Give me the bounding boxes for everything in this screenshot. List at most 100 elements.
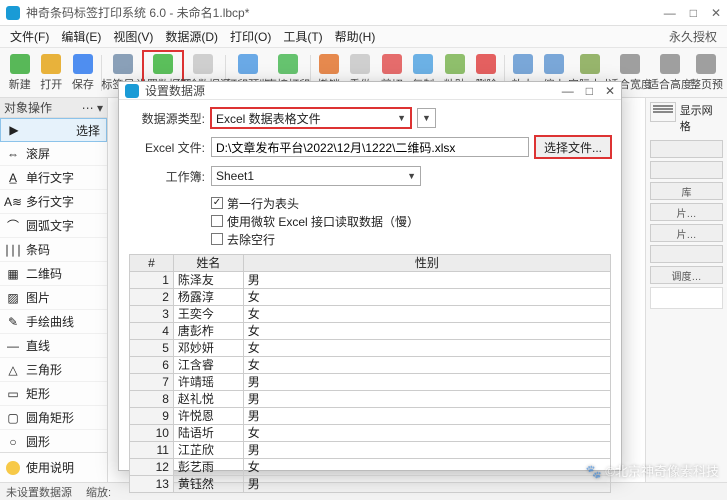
menu-工具[interactable]: 工具(T)	[279, 26, 326, 47]
menu-视图[interactable]: 视图(V)	[109, 26, 157, 47]
undo-icon	[319, 54, 339, 74]
tool-单行文字[interactable]: A̲单行文字	[0, 166, 107, 190]
table-row[interactable]: 12彭艺雨女	[130, 459, 611, 476]
tool-二维码[interactable]: ▦二维码	[0, 262, 107, 286]
tool-圆形[interactable]: ○圆形	[0, 430, 107, 452]
tool-手绘曲线[interactable]: ✎手绘曲线	[0, 310, 107, 334]
right-button-2[interactable]: 库	[650, 182, 723, 200]
tool-矩形[interactable]: ▭矩形	[0, 382, 107, 406]
right-button-4[interactable]: 片…	[650, 224, 723, 242]
toolbar-fitpage-button[interactable]: 整页预	[690, 51, 723, 95]
window-close[interactable]: ✕	[711, 6, 721, 20]
trim-empty-rows-checkbox[interactable]	[211, 233, 223, 245]
right-button-0[interactable]	[650, 140, 723, 158]
col-gender[interactable]: 性别	[244, 255, 611, 272]
fitw-icon	[620, 54, 640, 74]
menu-编辑[interactable]: 编辑(E)	[57, 26, 105, 47]
tool-条码[interactable]: ∣∣∣条码	[0, 238, 107, 262]
dialog-icon	[125, 84, 139, 98]
table-row[interactable]: 5邓妙妍女	[130, 340, 611, 357]
table-row[interactable]: 2杨露淳女	[130, 289, 611, 306]
help-link[interactable]: 使用说明	[0, 452, 107, 482]
new-icon	[10, 54, 30, 74]
right-button-6[interactable]: 调度…	[650, 266, 723, 284]
tool-icon: ▢	[6, 411, 20, 425]
col-index[interactable]: #	[130, 255, 174, 272]
tool-icon: ▶	[7, 123, 21, 137]
window-maximize[interactable]: □	[690, 6, 697, 20]
status-datasource: 未设置数据源	[6, 484, 72, 500]
fitpage-icon	[696, 54, 716, 74]
toolbar-new-button[interactable]: 新建	[4, 51, 36, 95]
menu-文件[interactable]: 文件(F)	[6, 26, 53, 47]
dialog-minimize[interactable]: —	[562, 84, 574, 98]
paste-icon	[445, 54, 465, 74]
menu-打印[interactable]: 打印(O)	[226, 26, 275, 47]
table-row[interactable]: 11江芷欣男	[130, 442, 611, 459]
toolbar-save-button[interactable]: 保存	[67, 51, 99, 95]
actual-icon	[580, 54, 600, 74]
table-row[interactable]: 6江含睿女	[130, 357, 611, 374]
grid-toggle-icon[interactable]	[650, 102, 676, 122]
open-icon	[41, 54, 61, 74]
tool-icon: ▨	[6, 291, 20, 305]
tool-滚屏[interactable]: ⇔滚屏	[0, 142, 107, 166]
tool-icon: ○	[6, 435, 20, 449]
table-row[interactable]: 13黄钰然男	[130, 476, 611, 493]
datasource-type-select[interactable]: Excel 数据表格文件▼	[211, 108, 411, 128]
left-panel-header: 对象操作⋯ ▾	[0, 98, 107, 118]
col-name[interactable]: 姓名	[174, 255, 244, 272]
tool-图片[interactable]: ▨图片	[0, 286, 107, 310]
copy-icon	[413, 54, 433, 74]
choose-file-button[interactable]: 选择文件...	[535, 136, 611, 158]
dialog-close[interactable]: ✕	[605, 84, 615, 98]
preview-icon	[238, 54, 258, 74]
app-icon	[6, 6, 20, 20]
table-row[interactable]: 9许悦恩男	[130, 408, 611, 425]
right-button-5[interactable]	[650, 245, 723, 263]
set-datasource-dialog: 设置数据源 — □ ✕ 数据源类型: Excel 数据表格文件▼ ▼ Excel…	[118, 81, 622, 471]
tool-三角形[interactable]: △三角形	[0, 358, 107, 382]
dialog-title: 设置数据源	[145, 82, 562, 99]
bulb-icon	[6, 461, 20, 475]
tool-选择[interactable]: ▶选择	[0, 118, 107, 142]
tool-icon: ∣∣∣	[6, 243, 20, 257]
table-row[interactable]: 4唐彭柞女	[130, 323, 611, 340]
removeds-icon	[193, 54, 213, 74]
type-label: 数据源类型:	[129, 110, 205, 127]
tool-icon: —	[6, 339, 20, 353]
table-row[interactable]: 8赵礼悦男	[130, 391, 611, 408]
tool-直线[interactable]: —直线	[0, 334, 107, 358]
save-icon	[73, 54, 93, 74]
worksheet-select[interactable]: Sheet1▼	[211, 166, 421, 186]
excel-file-input[interactable]	[211, 137, 529, 157]
tool-圆弧文字[interactable]: ⌒圆弧文字	[0, 214, 107, 238]
first-row-header-checkbox[interactable]: ✓	[211, 197, 223, 209]
sheet-label: 工作簿:	[129, 168, 205, 185]
datasource-type-caret[interactable]: ▼	[417, 108, 436, 128]
table-row[interactable]: 7许靖瑶男	[130, 374, 611, 391]
tool-icon: ⇔	[6, 147, 20, 161]
menu-数据源[interactable]: 数据源(D)	[161, 26, 222, 47]
tool-icon: ⌒	[6, 219, 20, 233]
toolbar-fith-button[interactable]: 适合高度	[650, 51, 690, 95]
use-excel-interface-checkbox[interactable]	[211, 215, 223, 227]
tool-list: ▶选择⇔滚屏A̲单行文字A≋多行文字⌒圆弧文字∣∣∣条码▦二维码▨图片✎手绘曲线…	[0, 118, 107, 452]
tool-icon: A≋	[6, 195, 20, 209]
right-panel: 显示网格 库片… 片… 调度…	[645, 98, 727, 482]
right-button-1[interactable]	[650, 161, 723, 179]
menu-帮助[interactable]: 帮助(H)	[331, 26, 380, 47]
table-row[interactable]: 1陈泽友男	[130, 272, 611, 289]
toolbar-open-button[interactable]: 打开	[36, 51, 68, 95]
table-row[interactable]: 10陆语圻女	[130, 425, 611, 442]
tool-圆角矩形[interactable]: ▢圆角矩形	[0, 406, 107, 430]
tool-icon: ✎	[6, 315, 20, 329]
zoomout-icon	[544, 54, 564, 74]
table-row[interactable]: 3王奕今女	[130, 306, 611, 323]
window-minimize[interactable]: —	[664, 6, 676, 20]
dialog-maximize[interactable]: □	[586, 84, 593, 98]
setds-icon	[153, 54, 173, 74]
show-grid-label: 显示网格	[680, 102, 723, 134]
right-button-3[interactable]: 片…	[650, 203, 723, 221]
tool-多行文字[interactable]: A≋多行文字	[0, 190, 107, 214]
